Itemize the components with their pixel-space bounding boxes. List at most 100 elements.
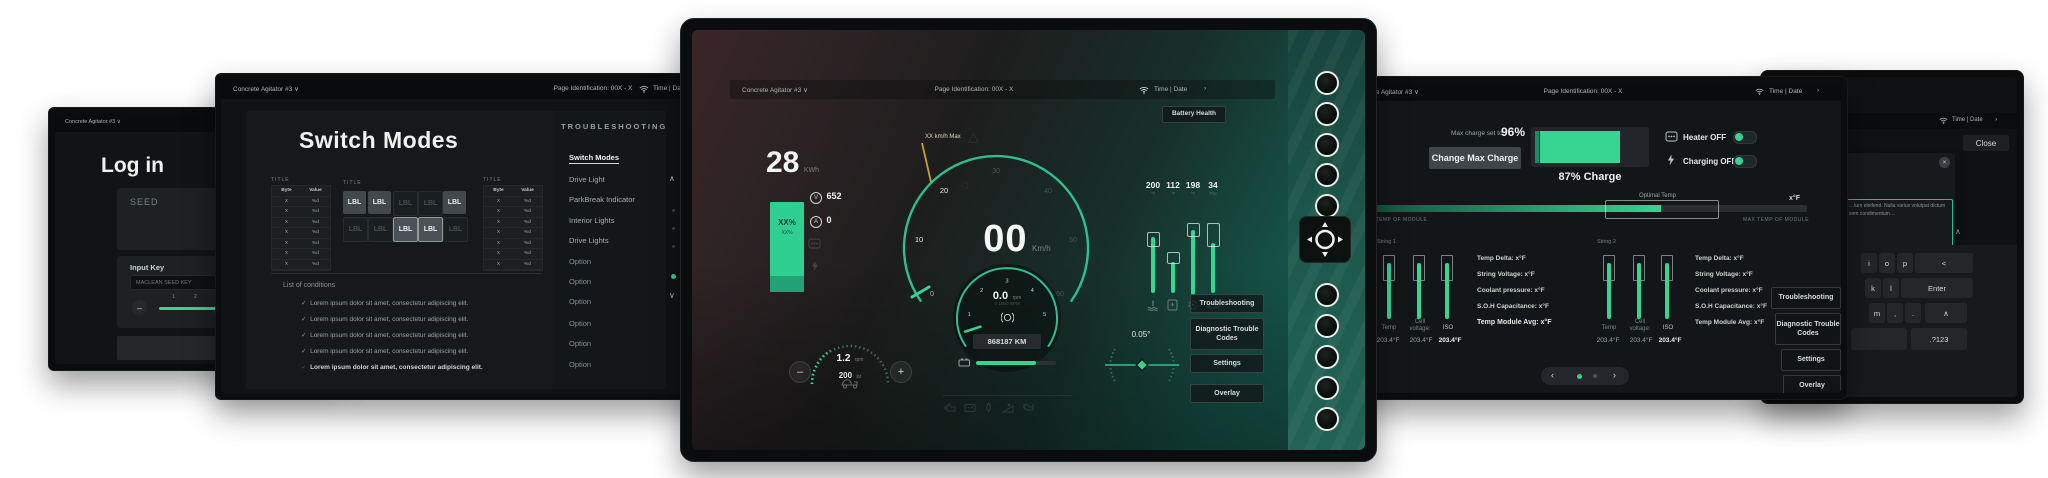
sidebar-item-interior-lights[interactable]: Interior Lights xyxy=(569,216,614,225)
hardware-button-10[interactable] xyxy=(1315,407,1339,431)
key-l[interactable]: l xyxy=(1883,278,1899,298)
wifi-icon xyxy=(639,85,649,93)
mode-button[interactable]: LBL xyxy=(393,191,418,216)
menu-settings[interactable]: Settings xyxy=(1781,349,1841,371)
hardware-button-9[interactable] xyxy=(1315,376,1339,400)
chevron-right-icon[interactable]: › xyxy=(1817,87,1819,94)
soc-bar: XX% XX% xyxy=(770,202,804,292)
sidebar-item-option[interactable]: Option xyxy=(569,339,591,348)
drum-decrease-button[interactable]: – xyxy=(789,361,811,383)
bar-label-cell-voltage: Cell voltage: xyxy=(1625,319,1655,333)
sidebar-item-option[interactable]: Option xyxy=(569,277,591,286)
menu-diagnostic-trouble-codes[interactable]: Diagnostic Trouble Codes xyxy=(1775,313,1841,345)
bar-label-iso: ISO xyxy=(1655,325,1681,331)
gauge-coolant-temp: 200 °F xyxy=(1143,180,1163,320)
hardware-button-6[interactable] xyxy=(1315,283,1339,307)
key-shift[interactable]: ∧ xyxy=(1925,303,1967,323)
page-next-icon[interactable]: › xyxy=(1613,370,1616,380)
charge-percent-text: 87% Charge xyxy=(1559,171,1622,183)
page-title: Switch Modes xyxy=(299,127,458,154)
mode-button[interactable]: LBL xyxy=(343,217,368,242)
sidebar-title: TROUBLESHOOTING xyxy=(561,122,667,131)
page-dot[interactable] xyxy=(1593,374,1597,378)
sidebar-item-option[interactable]: Option xyxy=(569,360,591,369)
table-row: X%d xyxy=(484,260,542,271)
key-period[interactable]: . xyxy=(1905,303,1921,323)
sidebar-item-parkbreak[interactable]: ParkBreak Indicator xyxy=(569,195,635,204)
chevron-right-icon[interactable]: › xyxy=(1995,116,1997,123)
scroll-down-icon[interactable]: ∨ xyxy=(669,291,675,300)
drum-increase-button[interactable]: + xyxy=(890,361,912,383)
status-engine-icon xyxy=(944,402,957,413)
heater-toggle[interactable] xyxy=(1733,131,1757,144)
mode-button[interactable]: LBL xyxy=(418,191,443,216)
sidebar-item-drive-light[interactable]: Drive Light xyxy=(569,175,605,184)
change-max-charge-button[interactable]: Change Max Charge xyxy=(1429,147,1521,169)
table-row: X%d xyxy=(272,249,330,260)
hardware-button-7[interactable] xyxy=(1315,314,1339,338)
table-row: X%d xyxy=(272,228,330,239)
menu-overlay[interactable]: Overlay xyxy=(1190,384,1264,403)
menu-troubleshooting[interactable]: Troubleshooting xyxy=(1771,287,1841,309)
key-m[interactable]: m xyxy=(1869,303,1885,323)
key-enter[interactable]: Enter xyxy=(1901,278,1973,298)
page-prev-icon[interactable]: ‹ xyxy=(1551,370,1554,380)
hardware-button-5[interactable] xyxy=(1315,194,1339,218)
page-dot-active[interactable] xyxy=(1577,374,1582,379)
key-comma[interactable]: , xyxy=(1887,303,1903,323)
key-o[interactable]: o xyxy=(1879,253,1895,273)
conditions-title: List of conditions xyxy=(283,282,335,289)
key-i[interactable]: i xyxy=(1861,253,1877,273)
slider-minus-button[interactable]: – xyxy=(132,300,147,315)
close-icon[interactable]: × xyxy=(1939,157,1950,168)
modal-text-area[interactable]: …tum eleifend. Nulla varius volutpat dic… xyxy=(1845,199,1953,247)
tach-tick: 4 xyxy=(1031,288,1034,294)
charging-toggle[interactable] xyxy=(1733,155,1757,168)
device-selector[interactable]: Concrete Agitator #3 ∨ xyxy=(65,119,121,125)
status-oil-icon xyxy=(984,402,993,413)
gauge-marker xyxy=(1187,223,1200,237)
battery-health-button[interactable]: Battery Health xyxy=(1162,106,1226,123)
key-p[interactable]: p xyxy=(1897,253,1913,273)
chevron-right-icon[interactable]: › xyxy=(1204,85,1206,92)
menu-troubleshooting[interactable]: Troubleshooting xyxy=(1190,294,1264,313)
hardware-button-3[interactable] xyxy=(1315,133,1339,157)
time-date: Time | Date xyxy=(1154,86,1187,93)
sidebar-item-switch-modes[interactable]: Switch Modes xyxy=(569,153,619,164)
hardware-button-2[interactable] xyxy=(1315,102,1339,126)
key-symbols[interactable]: .?123 xyxy=(1911,328,1967,350)
mode-button[interactable]: LBL xyxy=(443,217,468,242)
gauge-value: 34 xyxy=(1208,180,1217,190)
sidebar-item-drive-lights[interactable]: Drive Lights xyxy=(569,236,609,245)
mode-button[interactable]: LBL xyxy=(368,191,391,214)
mode-button[interactable]: LBL xyxy=(443,191,466,214)
close-button[interactable]: Close xyxy=(1963,135,2009,151)
dpad-right-icon xyxy=(1338,237,1343,243)
device-selector[interactable]: Concrete Agitator #3 ∨ xyxy=(742,86,808,94)
check-icon: ✓ xyxy=(301,316,306,323)
mode-button[interactable]: LBL xyxy=(343,191,366,214)
collapse-keyboard-icon[interactable]: ∧ xyxy=(1955,227,1961,236)
menu-overlay[interactable]: Overlay xyxy=(1783,375,1841,393)
sidebar-item-option[interactable]: Option xyxy=(569,319,591,328)
scroll-up-icon[interactable]: ∧ xyxy=(669,174,675,183)
gauge-marker xyxy=(1207,223,1220,247)
device-selector[interactable]: Concrete Agitator #3 ∨ xyxy=(233,85,299,93)
key-k[interactable]: k xyxy=(1865,278,1881,298)
hardware-button-4[interactable] xyxy=(1315,163,1339,187)
gauge-unit: PSI xyxy=(1209,191,1216,196)
mode-button[interactable]: LBL xyxy=(368,217,393,242)
speed-max-label: XX km/h Max xyxy=(925,134,961,140)
sidebar-item-option[interactable]: Option xyxy=(569,297,591,306)
hardware-button-8[interactable] xyxy=(1315,345,1339,369)
sidebar-item-option[interactable]: Option xyxy=(569,257,591,266)
mode-button[interactable]: LBL xyxy=(393,217,418,242)
optimal-temp-label: Optimal Temp xyxy=(1639,193,1676,199)
hardware-button-1[interactable] xyxy=(1315,71,1339,95)
key-backspace[interactable]: < xyxy=(1915,253,1973,273)
dpad-control[interactable] xyxy=(1299,216,1351,263)
mode-button[interactable]: LBL xyxy=(418,217,443,242)
menu-settings[interactable]: Settings xyxy=(1190,354,1264,373)
menu-diagnostic-trouble-codes[interactable]: Diagnostic Trouble Codes xyxy=(1190,318,1264,350)
key-space[interactable] xyxy=(1851,328,1907,350)
